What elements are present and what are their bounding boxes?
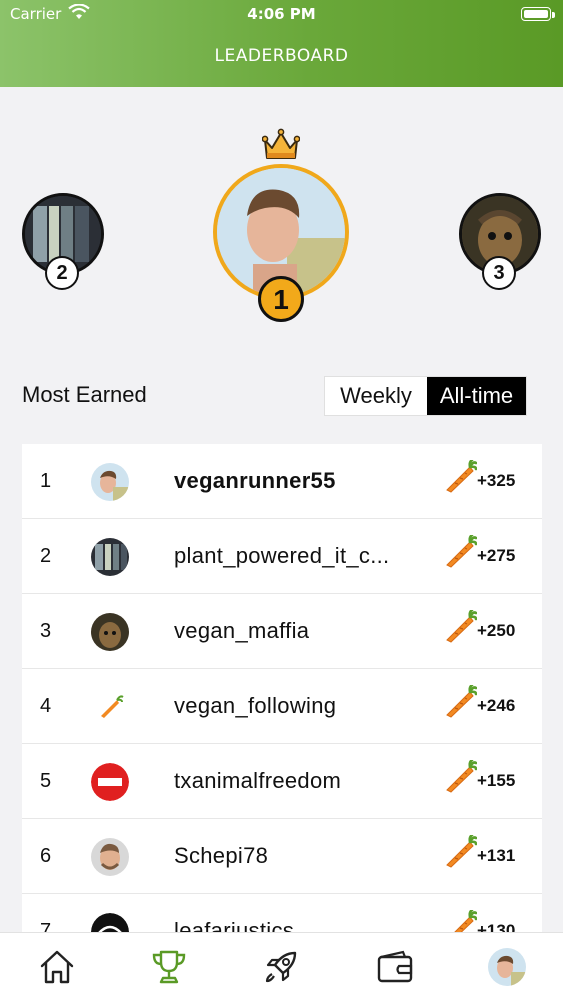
points-value: +250	[477, 621, 516, 640]
wallet-icon[interactable]	[375, 947, 415, 987]
avatar	[91, 613, 129, 651]
username: vegan_following	[174, 693, 337, 718]
carrot-icon	[443, 533, 478, 573]
avatar	[91, 538, 129, 576]
points-value: +275	[477, 546, 516, 565]
battery-nub	[552, 12, 555, 18]
rank-number: 6	[40, 845, 52, 867]
points-value: +155	[477, 771, 516, 790]
rank-number: 3	[40, 620, 52, 642]
username: Schepi78	[174, 843, 269, 868]
carrot-icon	[443, 833, 478, 873]
section-title: Most Earned	[22, 382, 147, 407]
username: txanimalfreedom	[174, 768, 342, 793]
crown-icon	[261, 128, 301, 166]
weekly-tab[interactable]: Weekly	[325, 377, 427, 415]
rank-number: 1	[40, 470, 52, 492]
battery-icon	[521, 7, 551, 21]
points-value: +325	[477, 471, 516, 490]
status-time: 4:06 PM	[247, 5, 316, 23]
profile-avatar[interactable]	[487, 947, 527, 987]
trophy-icon[interactable]	[149, 947, 189, 987]
home-icon[interactable]	[37, 947, 77, 987]
username: veganrunner55	[174, 468, 336, 493]
status-bar: Carrier 4:06 PM	[0, 0, 563, 32]
rank-number: 4	[40, 695, 52, 717]
avatar	[91, 763, 129, 801]
podium-rank-badge-second: 2	[45, 256, 79, 290]
page-title: LEADERBOARD	[214, 46, 349, 66]
podium-rank-badge-first: 1	[258, 276, 304, 322]
list-item[interactable]: 5 txanimalfreedom +155	[22, 744, 542, 819]
list-item[interactable]: 4 vegan_following +246	[22, 669, 542, 744]
username: vegan_maffia	[174, 618, 310, 643]
rank-number: 5	[40, 770, 52, 792]
points-value: +131	[477, 846, 516, 865]
avatar	[91, 838, 129, 876]
carrot-icon	[443, 458, 478, 498]
top-header: Carrier 4:06 PM LEADERBOARD	[0, 0, 563, 87]
period-toggle: Weekly All-time	[324, 376, 527, 416]
leaderboard-list: 1 veganrunner55 +325 2 plant_powered_it_…	[22, 444, 542, 969]
list-item[interactable]: 3 vegan_maffia +250	[22, 594, 542, 669]
carrot-icon	[443, 608, 478, 648]
rocket-icon[interactable]	[261, 947, 301, 987]
carrot-icon	[443, 683, 478, 723]
list-item[interactable]: 2 plant_powered_it_c... +275	[22, 519, 542, 594]
podium-rank-badge-third: 3	[482, 256, 516, 290]
carrot-icon	[443, 758, 478, 798]
points-value: +246	[477, 696, 516, 715]
list-item[interactable]: 6 Schepi78 +131	[22, 819, 542, 894]
username: plant_powered_it_c...	[174, 543, 390, 568]
tab-bar	[0, 932, 563, 1000]
rank-number: 2	[40, 545, 52, 567]
list-item[interactable]: 1 veganrunner55 +325	[22, 444, 542, 519]
avatar	[91, 463, 129, 501]
alltime-tab[interactable]: All-time	[427, 377, 526, 415]
avatar	[91, 688, 129, 726]
